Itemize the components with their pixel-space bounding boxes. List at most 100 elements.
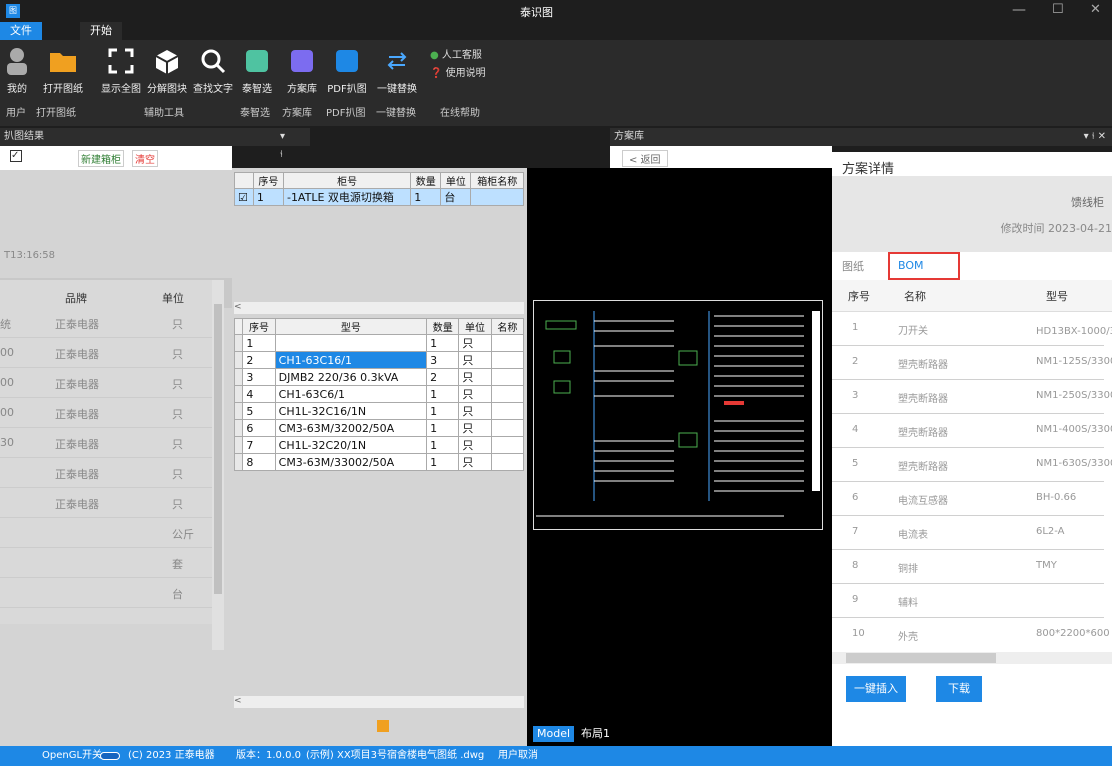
col-header-model: 型号 [1046,290,1068,303]
cell-name [490,436,525,454]
group-label: 打开图纸 [36,108,76,119]
table-row[interactable]: 公斤 [0,518,212,548]
bom-row[interactable]: 10 外壳 800*2200*600 [832,618,1110,648]
cell-model: CH1-63C6/1 [274,385,428,403]
tab-start[interactable]: 开始 [80,22,122,40]
component-row[interactable]: 11只 [233,334,525,352]
cell-name: 电流表 [898,530,928,541]
human-service-button[interactable]: ● 人工客服 [430,46,482,61]
bom-row[interactable]: 6 电流互感器 BH-0.66 [832,482,1104,516]
minimize-button[interactable]: — [1012,2,1026,18]
cell-model: BH-0.66 [1036,492,1077,503]
h-scrollbar[interactable]: < [234,302,524,314]
tab-model[interactable]: Model [533,726,575,742]
component-row[interactable]: 5 CH1L-32C16/1N 1 只 [233,402,525,420]
bom-row[interactable]: 5 塑壳断路器 NM1-630S/3300-A [832,448,1112,482]
cell-model: NM1-630S/3300-A [1036,458,1112,469]
table-row[interactable]: 正泰电器 只 [0,488,212,518]
cell-model: DJMB2 220/36 0.3kVA [274,368,428,386]
cell-unit: 只 [172,438,183,451]
cell-unit: 只 [172,498,183,511]
left-scrollbar[interactable] [212,280,224,650]
table-row[interactable]: 套 [0,548,212,578]
close-button[interactable]: ✕ [1090,2,1101,17]
schematic-drawing [536,311,820,517]
cabinet-row[interactable]: ☑ 1 -1ATLE 双电源切换箱 1 台 [234,188,524,206]
my-button[interactable]: 我的 [2,44,32,110]
table-row[interactable]: 正泰电器 只 [0,458,212,488]
one-click-insert-button[interactable]: 一键插入 [846,676,906,702]
component-row[interactable]: 4 CH1-63C6/1 1 只 [233,385,525,403]
scheme-library-button[interactable]: 方案库 [282,44,322,110]
component-row[interactable]: 3 DJMB2 220/36 0.3kVA 2 只 [233,368,525,386]
select-all-checkbox[interactable]: ✓ [10,150,22,162]
bom-row[interactable]: 3 塑壳断路器 NM1-250S/3300-A [832,380,1112,414]
status-bar: OpenGL开关 (C) 2023 正泰电器 版本：1.0.0.0 (示例) X… [0,746,1112,766]
cell-model: TMY [1036,560,1057,571]
clear-button[interactable]: 清空 [132,150,158,167]
app-logo: 图 [6,4,20,18]
usage-guide-button[interactable]: ❓ 使用说明 [430,64,486,79]
cell-brand: 正泰电器 [55,498,99,511]
tab-drawing[interactable]: 图纸 [842,258,864,274]
table-row[interactable]: 00 正泰电器 只 [0,368,212,398]
bom-row[interactable]: 4 塑壳断路器 NM1-400S/3300-A [832,414,1112,448]
bom-row[interactable]: 7 电流表 6L2-A [832,516,1104,550]
cell-unit: 只 [458,368,492,386]
component-row[interactable]: 8 CM3-63M/33002/50A 1 只 [233,453,525,471]
file-name: (示例) XX项目3号宿舍楼电气图纸 .dwg [306,750,485,761]
open-drawing-button[interactable]: 打开图纸 [34,44,92,110]
cell-model [274,334,428,352]
bom-row[interactable]: 9 辅料 [832,584,1104,618]
timestamp: T13:16:58 [4,250,56,261]
cell-qty: 1 [426,402,460,420]
group-label: 辅助工具 [144,108,184,119]
cell-brand: 正泰电器 [55,408,99,421]
copyright: (C) 2023 正泰电器 [128,750,215,761]
table-row[interactable]: 统 正泰电器 只 [0,308,212,338]
maximize-button[interactable]: ☐ [1052,2,1064,17]
export-icon[interactable] [377,720,389,732]
smart-select-button[interactable]: 泰智选 [240,44,274,110]
replace-button[interactable]: 一键替换 [374,44,420,110]
row-checkbox[interactable]: ☑ [234,188,254,206]
new-cabinet-button[interactable]: 新建箱柜 [78,150,124,167]
tab-bom[interactable]: BOM [888,252,960,280]
find-text-button[interactable]: 查找文字 [190,44,236,110]
tab-layout1[interactable]: 布局1 [577,726,614,742]
back-button[interactable]: < 返回 [622,150,668,167]
table-row[interactable]: 台 [0,578,212,608]
table-row[interactable]: 00 正泰电器 只 [0,338,212,368]
cell-qty: 1 [426,334,460,352]
h-scrollbar[interactable]: < [234,696,524,708]
cell-unit: 套 [172,558,183,571]
bom-row[interactable]: 1 刀开关 HD13BX-1000/31 坡 [832,312,1112,346]
cell-model: NM1-400S/3300-A [1036,424,1112,435]
component-row[interactable]: 6 CM3-63M/32002/50A 1 只 [233,419,525,437]
bom-row[interactable]: 8 铜排 TMY [832,550,1104,584]
cell-no: 5 [242,402,276,420]
download-button[interactable]: 下载 [936,676,982,702]
cad-viewport[interactable]: Model 布局1 [527,168,832,746]
component-row[interactable]: 2 CH1-63C16/1 3 只 [233,351,525,369]
scheme-detail-panel: 方案详情 馈线柜 修改时间 2023-04-21 图纸 BOM 序号 名称 型号… [832,152,1112,746]
cube-icon [152,46,182,76]
bom-row[interactable]: 2 塑壳断路器 NM1-125S/3300-A [832,346,1112,380]
show-all-button[interactable]: 显示全图 [98,44,144,110]
cell-no: 9 [852,594,859,605]
h-scrollbar[interactable] [832,652,1112,664]
cell-unit: 只 [172,348,183,361]
explode-block-button[interactable]: 分解图块 [144,44,190,110]
cell-unit: 只 [458,453,492,471]
tab-file[interactable]: 文件 [0,22,42,40]
table-row[interactable]: 30 正泰电器 只 [0,428,212,458]
pdf-icon [332,46,362,76]
component-row[interactable]: 7 CH1L-32C20/1N 1 只 [233,436,525,454]
col-header-unit: 单位 [162,292,184,305]
opengl-toggle[interactable] [100,752,120,760]
cell-no: 3 [852,390,859,401]
pdf-extract-button[interactable]: PDF扒图 [324,44,370,110]
table-row[interactable]: 00 正泰电器 只 [0,398,212,428]
cell-id: 统 [0,318,11,331]
cell-no: 7 [852,526,859,537]
